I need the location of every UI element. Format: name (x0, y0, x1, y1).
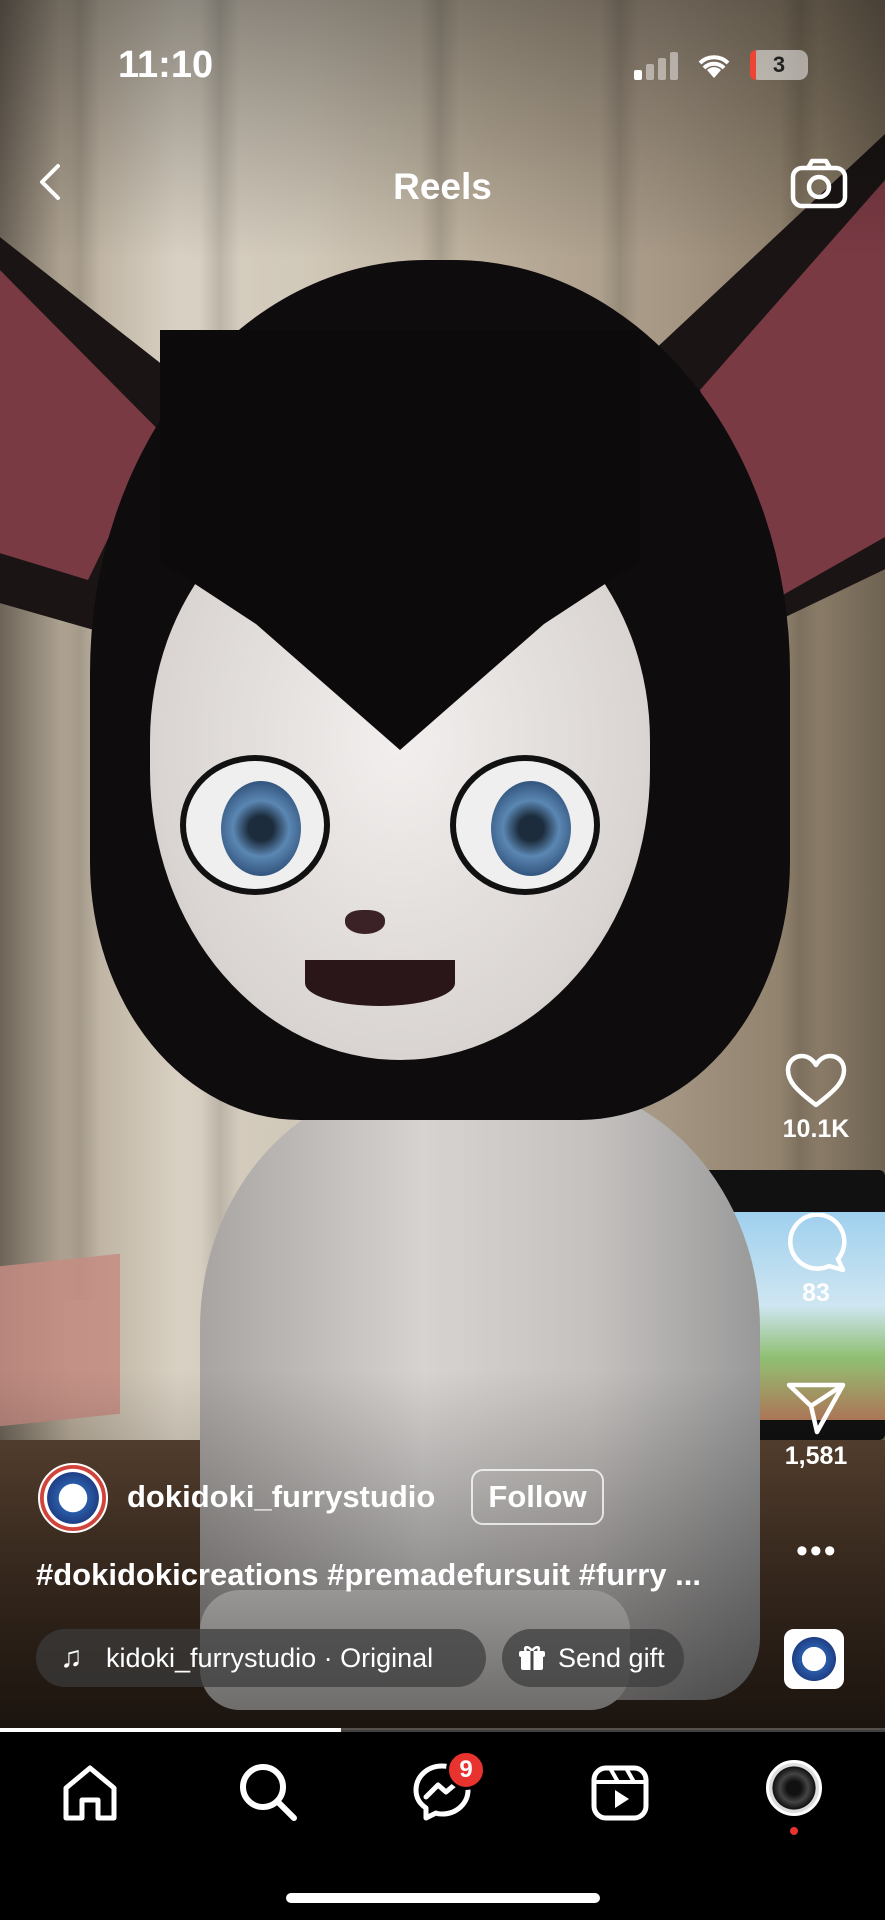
music-note-icon: ♪ (826, 1662, 840, 1693)
profile-avatar[interactable] (766, 1760, 822, 1816)
status-time: 11:10 (118, 44, 214, 86)
camera-icon[interactable] (790, 158, 848, 210)
more-options-icon[interactable]: ••• (796, 1534, 836, 1568)
status-bar: 11:10 3 (0, 0, 885, 120)
follow-button[interactable]: Follow (471, 1469, 604, 1525)
nose (345, 910, 385, 934)
like-count: 10.1K (782, 1115, 850, 1143)
author-avatar[interactable] (38, 1463, 108, 1533)
post-caption[interactable]: #dokidokicreations #premadefursuit #furr… (36, 1557, 701, 1593)
author-username[interactable]: dokidoki_furrystudio (127, 1479, 435, 1515)
reels-icon[interactable] (588, 1760, 652, 1824)
gift-icon (519, 1646, 545, 1670)
send-icon (786, 1382, 846, 1435)
music-note-icon: ♫ (60, 1641, 83, 1674)
reel-video[interactable] (0, 0, 885, 1730)
send-gift-button[interactable]: Send gift (502, 1629, 684, 1687)
wifi-icon (698, 55, 730, 78)
share-button[interactable]: 1,581 (770, 1380, 862, 1471)
mouth (305, 960, 455, 1006)
right-eye (450, 755, 600, 895)
battery-indicator: 3 (750, 50, 808, 80)
audio-pill[interactable]: ♫ kidoki_furrystudio · Original (36, 1629, 486, 1687)
comment-icon (788, 1213, 847, 1273)
send-gift-label: Send gift (558, 1643, 665, 1673)
bottom-nav (0, 1732, 885, 1920)
home-icon[interactable] (58, 1760, 122, 1824)
search-icon[interactable] (236, 1760, 300, 1824)
share-count: 1,581 (784, 1442, 848, 1470)
messages-badge: 9 (446, 1750, 486, 1790)
audio-title: kidoki_furrystudio · Original (106, 1643, 434, 1673)
profile-notification-dot (790, 1827, 798, 1835)
heart-icon (785, 1053, 847, 1108)
like-button[interactable]: 10.1K (770, 1053, 862, 1144)
home-indicator (286, 1893, 600, 1903)
page-title: Reels (393, 166, 492, 207)
left-eye (180, 755, 330, 895)
comment-count: 83 (802, 1279, 830, 1307)
comment-button[interactable]: 83 (770, 1213, 862, 1308)
cellular-signal-icon (634, 50, 678, 80)
